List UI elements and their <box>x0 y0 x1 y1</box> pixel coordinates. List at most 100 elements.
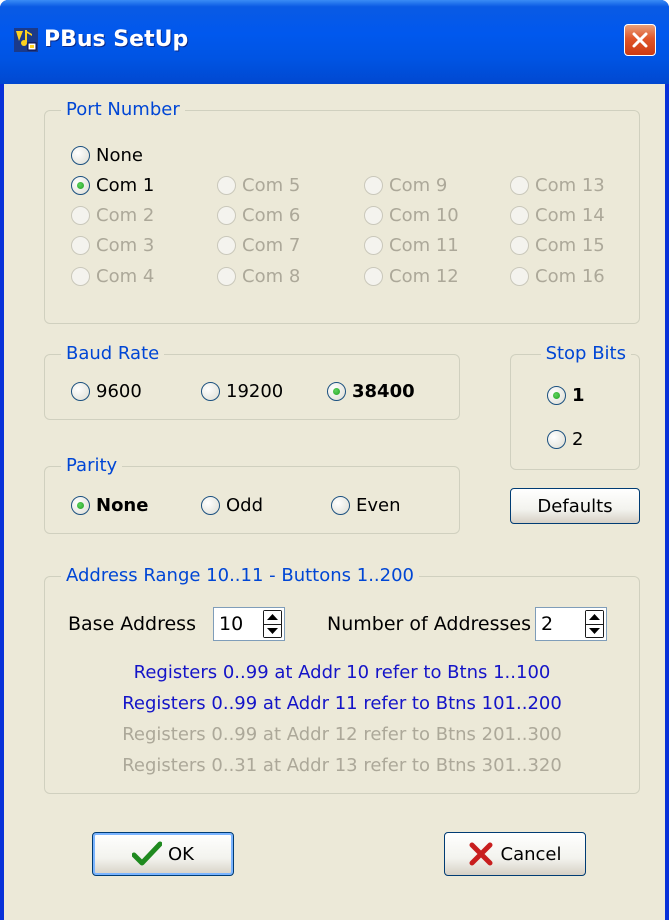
title-bar[interactable]: PBus SetUp <box>0 0 669 84</box>
port-label: Com 16 <box>535 266 605 287</box>
arrow-up-icon <box>267 614 278 621</box>
radio-circle <box>201 496 220 515</box>
close-x-icon <box>632 32 648 48</box>
radio-circle <box>201 382 220 401</box>
radio-circle <box>71 267 90 286</box>
port-label: Com 14 <box>535 205 605 226</box>
port-com11-radio[interactable]: Com 11 <box>364 235 459 256</box>
port-com5-radio[interactable]: Com 5 <box>217 175 300 196</box>
port-com15-radio[interactable]: Com 15 <box>510 235 605 256</box>
radio-circle <box>547 430 566 449</box>
port-label: Com 4 <box>96 266 155 287</box>
checkmark-icon <box>132 841 162 866</box>
pbus-app-icon <box>14 28 38 52</box>
port-com10-radio[interactable]: Com 10 <box>364 205 459 226</box>
port-none-radio[interactable]: None <box>71 145 143 166</box>
spin-up-button[interactable] <box>264 611 281 625</box>
register-info-line-3: Registers 0..99 at Addr 12 refer to Btns… <box>122 724 562 745</box>
radio-circle <box>364 267 383 286</box>
number-of-addresses-input[interactable] <box>536 608 584 640</box>
port-com9-radio[interactable]: Com 9 <box>364 175 447 196</box>
port-label: Com 7 <box>242 235 301 256</box>
radio-circle-checked <box>71 496 90 515</box>
port-com2-radio[interactable]: Com 2 <box>71 205 154 226</box>
baud-38400-radio[interactable]: 38400 <box>327 381 415 402</box>
radio-circle <box>71 206 90 225</box>
register-info-line-2: Registers 0..99 at Addr 11 refer to Btns… <box>122 693 562 714</box>
spin-up-button[interactable] <box>586 611 603 625</box>
spin-down-button[interactable] <box>586 624 603 637</box>
address-range-group: Address Range 10..11 - Buttons 1..200 Ba… <box>44 565 640 794</box>
port-label: Com 6 <box>242 205 301 226</box>
number-of-addresses-label: Number of Addresses <box>327 613 531 635</box>
port-label: Com 11 <box>389 235 459 256</box>
radio-circle-checked <box>327 382 346 401</box>
number-of-addresses-arrows[interactable] <box>585 610 604 638</box>
cancel-button-label: Cancel <box>500 843 562 865</box>
port-com1-radio[interactable]: Com 1 <box>71 175 154 196</box>
parity-even-radio[interactable]: Even <box>331 495 401 516</box>
stop-bits-group: Stop Bits 1 2 <box>510 343 640 470</box>
parity-label: Odd <box>226 495 264 516</box>
baud-19200-radio[interactable]: 19200 <box>201 381 283 402</box>
radio-circle <box>510 236 529 255</box>
number-of-addresses-spinner[interactable] <box>535 607 607 641</box>
parity-legend: Parity <box>61 455 123 476</box>
baud-label: 38400 <box>352 381 415 402</box>
port-com13-radio[interactable]: Com 13 <box>510 175 605 196</box>
port-label: Com 5 <box>242 175 301 196</box>
port-com7-radio[interactable]: Com 7 <box>217 235 300 256</box>
radio-circle <box>217 176 236 195</box>
arrow-down-icon <box>589 627 600 634</box>
port-label: Com 12 <box>389 266 459 287</box>
port-number-legend: Port Number <box>61 99 185 120</box>
stop-bit-label: 1 <box>572 385 585 406</box>
port-com4-radio[interactable]: Com 4 <box>71 266 154 287</box>
x-mark-icon <box>469 842 492 866</box>
ok-button[interactable]: OK <box>92 832 234 876</box>
radio-circle-checked <box>71 176 90 195</box>
parity-none-radio[interactable]: None <box>71 495 148 516</box>
radio-circle <box>510 206 529 225</box>
base-address-input[interactable] <box>214 608 262 640</box>
port-com12-radio[interactable]: Com 12 <box>364 266 459 287</box>
base-address-arrows[interactable] <box>263 610 282 638</box>
port-com6-radio[interactable]: Com 6 <box>217 205 300 226</box>
register-info-line-1: Registers 0..99 at Addr 10 refer to Btns… <box>133 662 551 683</box>
arrow-down-icon <box>267 627 278 634</box>
base-address-spinner[interactable] <box>213 607 285 641</box>
stop-bits-legend: Stop Bits <box>540 343 631 364</box>
base-address-label: Base Address <box>68 613 196 635</box>
stop-bit-label: 2 <box>572 429 584 450</box>
port-label: Com 13 <box>535 175 605 196</box>
register-info-line-4: Registers 0..31 at Addr 13 refer to Btns… <box>122 755 562 776</box>
baud-label: 9600 <box>96 381 142 402</box>
defaults-button[interactable]: Defaults <box>510 488 640 524</box>
radio-circle <box>364 206 383 225</box>
port-com8-radio[interactable]: Com 8 <box>217 266 300 287</box>
port-label: Com 1 <box>96 175 155 196</box>
port-label: Com 10 <box>389 205 459 226</box>
port-label: Com 2 <box>96 205 155 226</box>
stop-bit-2-radio[interactable]: 2 <box>547 429 583 450</box>
radio-circle <box>217 267 236 286</box>
spin-down-button[interactable] <box>264 624 281 637</box>
radio-circle <box>364 176 383 195</box>
cancel-button[interactable]: Cancel <box>444 832 586 876</box>
stop-bit-1-radio[interactable]: 1 <box>547 385 585 406</box>
parity-label: None <box>96 495 149 516</box>
baud-rate-group: Baud Rate 9600 19200 38400 <box>44 343 460 420</box>
close-button[interactable] <box>624 24 656 56</box>
port-com3-radio[interactable]: Com 3 <box>71 235 154 256</box>
radio-circle <box>217 206 236 225</box>
baud-rate-legend: Baud Rate <box>61 343 165 364</box>
port-com14-radio[interactable]: Com 14 <box>510 205 605 226</box>
baud-9600-radio[interactable]: 9600 <box>71 381 142 402</box>
radio-circle-checked <box>547 386 566 405</box>
port-com16-radio[interactable]: Com 16 <box>510 266 605 287</box>
address-range-legend: Address Range 10..11 - Buttons 1..200 <box>61 565 420 586</box>
parity-odd-radio[interactable]: Odd <box>201 495 263 516</box>
parity-label: Even <box>356 495 401 516</box>
port-label: Com 3 <box>96 235 155 256</box>
parity-group: Parity None Odd Even <box>44 455 460 534</box>
